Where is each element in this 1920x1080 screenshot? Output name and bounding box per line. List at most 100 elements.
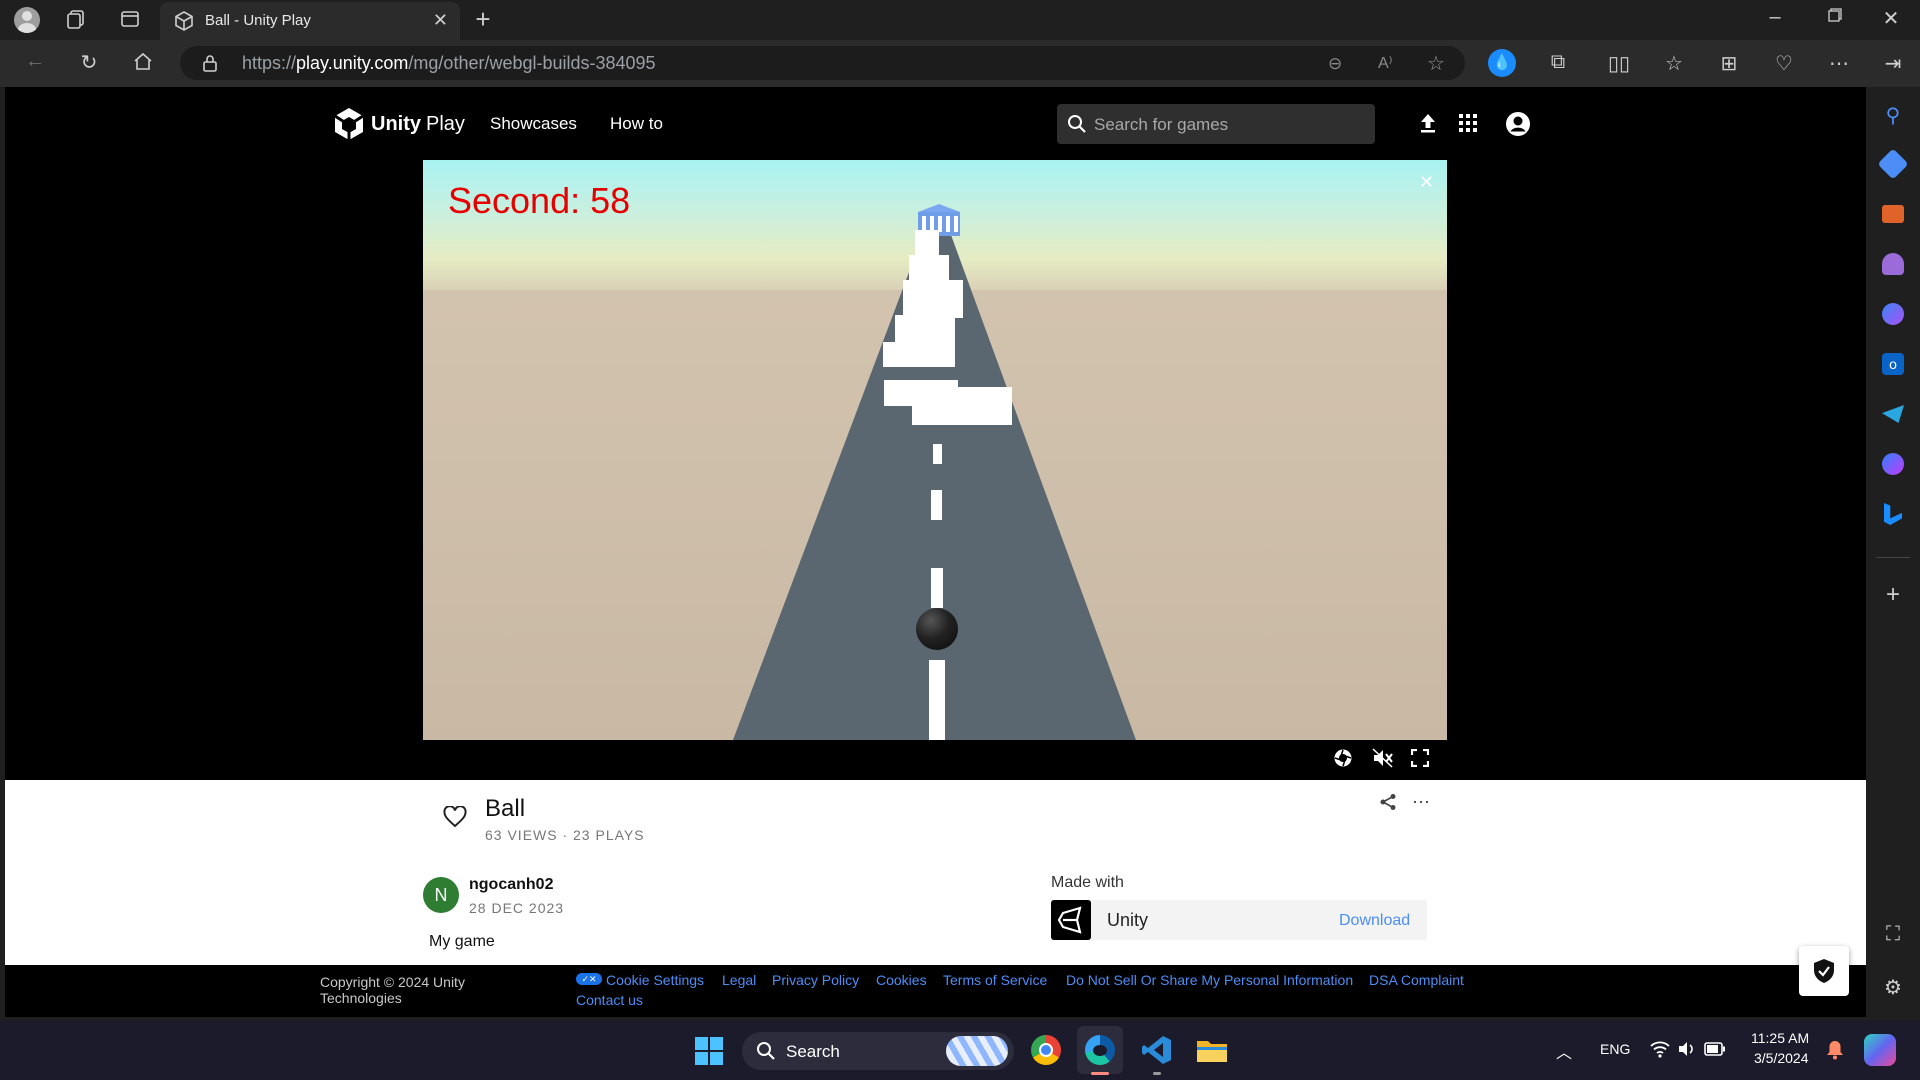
like-heart-icon[interactable]	[443, 805, 467, 828]
publish-date: 28 DEC 2023	[469, 900, 565, 916]
vscode-icon[interactable]	[1142, 1035, 1172, 1065]
tab-title: Ball - Unity Play	[205, 12, 311, 29]
extension-drop-icon[interactable]: 💧	[1488, 49, 1516, 77]
lock-icon[interactable]	[202, 54, 220, 72]
edge-icon[interactable]	[1085, 1035, 1115, 1065]
active-tab[interactable]: Ball - Unity Play ✕	[160, 2, 460, 40]
file-explorer-icon[interactable]	[1196, 1037, 1228, 1063]
edge-sidebar: ⚲ o + ⛶ ⚙	[1866, 87, 1920, 1017]
score-display: Second: 58	[448, 180, 631, 221]
windows-start-icon[interactable]	[694, 1036, 724, 1066]
footer-contact[interactable]: Contact us	[576, 992, 643, 1008]
language-indicator[interactable]: ENG	[1600, 1041, 1630, 1057]
taskbar-search[interactable]: Search	[742, 1032, 1014, 1070]
tray-overflow-icon[interactable]: ︿	[1556, 1039, 1572, 1063]
author-avatar[interactable]: N	[423, 877, 459, 913]
footer-privacy-policy[interactable]: Privacy Policy	[772, 972, 859, 988]
privacy-choices-icon: ✓✕	[576, 973, 602, 985]
fullscreen-icon[interactable]	[1410, 748, 1430, 768]
screenshot-capture-icon[interactable]	[1333, 748, 1353, 768]
sidebar-outlook-icon[interactable]: o	[1882, 353, 1904, 375]
footer-do-not-sell[interactable]: Do Not Sell Or Share My Personal Informa…	[1066, 972, 1353, 988]
upload-icon[interactable]	[1418, 112, 1438, 134]
zoom-out-icon[interactable]: ⊖	[1328, 54, 1342, 74]
taskbar-search-icon	[756, 1041, 776, 1061]
account-icon[interactable]	[1505, 111, 1531, 137]
more-menu-icon[interactable]: ⋯	[1826, 51, 1852, 77]
volume-icon[interactable]	[1678, 1040, 1696, 1058]
minimize-icon[interactable]: –	[1760, 6, 1790, 32]
sidebar-telegram-icon[interactable]	[1882, 405, 1904, 423]
new-tab-icon[interactable]: +	[468, 4, 498, 34]
engine-card: Unity Download	[1051, 900, 1427, 940]
sidebar-tools-icon[interactable]	[1882, 205, 1904, 223]
extensions-icon[interactable]: ⧉	[1545, 51, 1571, 77]
sidebar-search-icon[interactable]: ⚲	[1880, 103, 1906, 129]
refresh-icon[interactable]: ↻	[76, 50, 102, 76]
copilot-taskbar-icon[interactable]	[1864, 1034, 1896, 1066]
footer-cookies[interactable]: Cookies	[876, 972, 927, 988]
favorite-star-icon[interactable]: ☆	[1427, 51, 1445, 76]
sidebar-shopping-icon[interactable]	[1877, 148, 1909, 180]
wifi-icon[interactable]	[1650, 1040, 1670, 1058]
close-tab-icon[interactable]: ✕	[433, 10, 448, 31]
vertical-tabs-icon[interactable]	[118, 8, 142, 32]
restore-icon[interactable]	[1820, 6, 1850, 32]
mute-icon[interactable]	[1372, 748, 1394, 768]
sidebar-bing-icon[interactable]	[1884, 503, 1902, 525]
share-icon[interactable]	[1379, 793, 1397, 811]
split-screen-icon[interactable]: ▯▯	[1606, 51, 1632, 77]
author-name[interactable]: ngocanh02	[469, 876, 553, 894]
download-link[interactable]: Download	[1339, 912, 1410, 930]
home-icon[interactable]	[130, 50, 156, 76]
nav-showcases[interactable]: Showcases	[490, 114, 577, 134]
sidebar-toggle-icon[interactable]: ⇥	[1880, 51, 1906, 77]
workspaces-icon[interactable]	[64, 8, 88, 32]
edge-active-indicator	[1091, 1072, 1109, 1075]
notification-bell-icon[interactable]	[1826, 1040, 1844, 1060]
clock-date[interactable]: 3/5/2024	[1754, 1050, 1809, 1066]
made-with-label: Made with	[1051, 874, 1124, 891]
apps-grid-icon[interactable]	[1459, 114, 1479, 134]
chrome-icon[interactable]	[1031, 1035, 1061, 1065]
footer-dsa-complaint[interactable]: DSA Complaint	[1369, 972, 1464, 988]
unity-tab-icon	[174, 11, 194, 31]
obstacle-block	[883, 342, 955, 367]
search-icon	[1067, 114, 1087, 134]
game-canvas[interactable]: Second: 58 ✕	[423, 160, 1447, 740]
close-game-icon[interactable]: ✕	[1419, 172, 1434, 193]
taskbar-search-label: Search	[786, 1042, 840, 1061]
shield-badge[interactable]	[1799, 946, 1849, 996]
clock-time[interactable]: 11:25 AM	[1751, 1030, 1809, 1046]
profile-icon[interactable]	[14, 7, 40, 33]
brand-suffix: Play	[426, 113, 465, 135]
collections-icon[interactable]: ⊞	[1716, 51, 1742, 77]
engine-name: Unity	[1107, 910, 1149, 930]
unity-cube-icon	[334, 107, 364, 141]
read-aloud-icon[interactable]: A⁾	[1378, 53, 1393, 73]
footer-terms[interactable]: Terms of Service	[943, 972, 1047, 988]
sidebar-add-icon[interactable]: +	[1880, 581, 1906, 608]
nav-how-to[interactable]: How to	[610, 114, 663, 134]
close-window-icon[interactable]: ✕	[1876, 6, 1906, 32]
search-highlight-icon	[946, 1036, 1008, 1066]
copyright: Copyright © 2024 Unity Technologies	[320, 974, 465, 1006]
screenshot-icon[interactable]: ⛶	[1880, 923, 1906, 949]
search-input[interactable]: Search for games	[1057, 104, 1375, 144]
unity-logo[interactable]: Unity Play	[334, 107, 474, 141]
back-icon[interactable]: ←	[22, 50, 48, 76]
footer-cookie-settings[interactable]: Cookie Settings	[606, 972, 704, 988]
address-bar[interactable]: https://play.unity.com/mg/other/webgl-bu…	[180, 46, 1465, 80]
footer-legal[interactable]: Legal	[722, 972, 756, 988]
sidebar-copilot-icon[interactable]	[1882, 303, 1904, 325]
avatar-initial: N	[434, 885, 448, 905]
obstacle-block	[903, 280, 963, 318]
favorites-icon[interactable]: ☆	[1661, 51, 1687, 77]
sidebar-settings-icon[interactable]: ⚙	[1880, 975, 1906, 1001]
brand-name: Unity	[371, 113, 421, 135]
browser-essentials-icon[interactable]: ♡	[1771, 51, 1797, 77]
sidebar-games-icon[interactable]	[1882, 253, 1904, 275]
battery-icon[interactable]	[1704, 1042, 1726, 1056]
more-options-icon[interactable]: ⋯	[1412, 792, 1430, 813]
sidebar-messenger-icon[interactable]	[1882, 453, 1904, 475]
